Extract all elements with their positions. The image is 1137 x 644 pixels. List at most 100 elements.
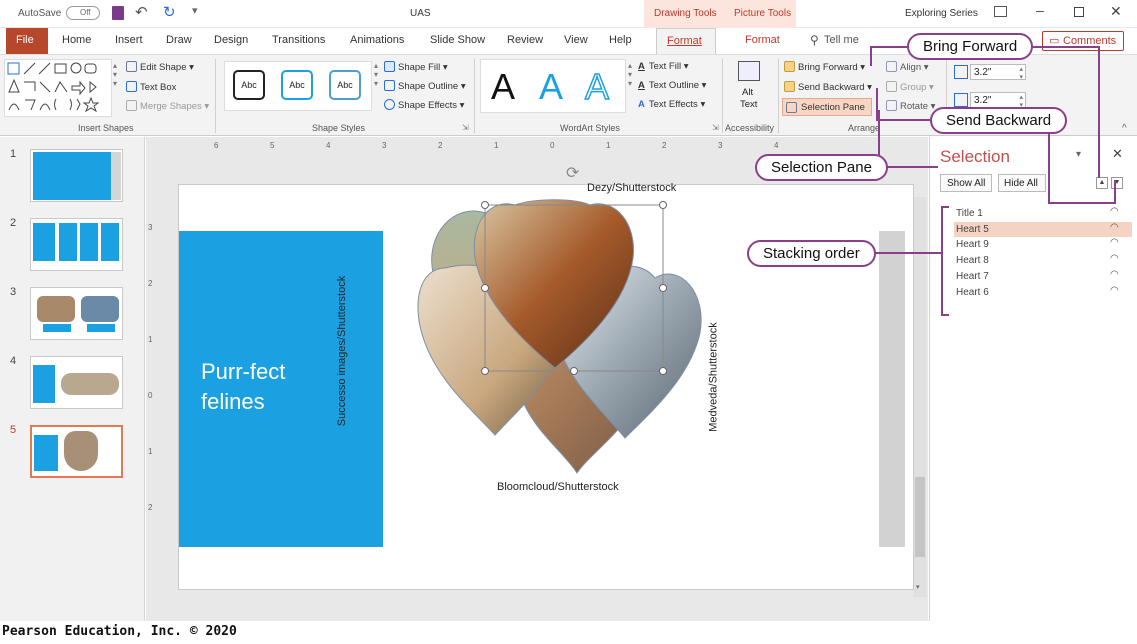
- resize-handle[interactable]: [659, 201, 667, 209]
- vertical-scrollbar[interactable]: ▾: [914, 197, 926, 597]
- resize-handle[interactable]: [481, 201, 489, 209]
- group-button[interactable]: Group ▾: [886, 81, 934, 93]
- shape-style-2[interactable]: Abc: [281, 70, 313, 100]
- shape-width-field[interactable]: 3.2" ▴ ▾: [970, 92, 1026, 109]
- show-all-button[interactable]: Show All: [940, 174, 992, 192]
- slide-number: 2: [10, 217, 17, 229]
- visibility-eye-icon[interactable]: ◠: [1110, 222, 1119, 233]
- shape-effects-button[interactable]: Shape Effects ▾: [384, 99, 464, 111]
- edit-shape-button[interactable]: Edit Shape ▾: [126, 61, 194, 73]
- list-item-heart-7[interactable]: Heart 7 ◠: [954, 269, 1132, 284]
- send-backward-button[interactable]: Send Backward ▾: [784, 81, 872, 93]
- rotate-button[interactable]: Rotate ▾: [886, 100, 935, 112]
- hide-all-button[interactable]: Hide All: [998, 174, 1046, 192]
- list-item-title-1[interactable]: Title 1 ◠: [954, 206, 1132, 221]
- resize-handle[interactable]: [481, 367, 489, 375]
- height-spin-icon[interactable]: ▴ ▾: [1019, 65, 1023, 81]
- slide-thumbnail-4[interactable]: [30, 356, 123, 409]
- merge-shapes-button[interactable]: Merge Shapes ▾: [126, 100, 209, 112]
- shape-styles-launcher-icon[interactable]: ⇲: [462, 123, 469, 132]
- account-name[interactable]: Exploring Series: [905, 8, 978, 19]
- bring-forward-arrow-icon[interactable]: ▲: [1096, 177, 1108, 189]
- pane-options-icon[interactable]: ▾: [1076, 149, 1081, 160]
- wordart-style-3[interactable]: A: [584, 65, 610, 108]
- shapes-scroll-icon[interactable]: ▴ ▾ ▾: [113, 61, 117, 88]
- selection-pane-button[interactable]: Selection Pane: [782, 98, 872, 116]
- callout-send-backward: Send Backward: [930, 107, 1068, 134]
- visibility-eye-icon[interactable]: ◠: [1110, 206, 1119, 217]
- visibility-eye-icon[interactable]: ◠: [1110, 269, 1119, 280]
- heart-collage[interactable]: [415, 193, 735, 493]
- wordart-scroll-icon[interactable]: ▴ ▾ ▾: [628, 61, 632, 88]
- tab-insert[interactable]: Insert: [115, 34, 143, 46]
- text-effects-button[interactable]: A Text Effects ▾: [638, 99, 705, 110]
- list-item-heart-5-selected[interactable]: Heart 5 ◠: [954, 222, 1132, 237]
- text-fill-button[interactable]: A Text Fill ▾: [638, 61, 689, 72]
- visibility-eye-icon[interactable]: ◠: [1110, 237, 1119, 248]
- close-window-icon[interactable]: ✕: [1110, 3, 1122, 20]
- list-item-heart-9[interactable]: Heart 9 ◠: [954, 237, 1132, 252]
- tab-help[interactable]: Help: [609, 34, 632, 46]
- undo-icon[interactable]: ↶: [135, 3, 148, 21]
- slide-thumbnail-1[interactable]: [30, 149, 123, 202]
- ribbon-display-icon[interactable]: [994, 6, 1007, 17]
- slide-thumbnail-3[interactable]: [30, 287, 123, 340]
- slide-thumbnail-2[interactable]: [30, 218, 123, 271]
- scrollbar-thumb[interactable]: [915, 477, 925, 557]
- comments-button[interactable]: ▭ Comments: [1042, 31, 1124, 51]
- text-box-button[interactable]: Text Box: [126, 81, 176, 93]
- visibility-eye-icon[interactable]: ◠: [1110, 253, 1119, 264]
- tell-me-box[interactable]: Tell me: [824, 34, 859, 46]
- wordart-style-2[interactable]: A: [539, 66, 563, 108]
- tab-file[interactable]: File: [6, 28, 48, 54]
- text-outline-button[interactable]: A Text Outline ▾: [638, 80, 706, 91]
- visibility-eye-icon[interactable]: ◠: [1110, 285, 1119, 296]
- minimize-icon[interactable]: –: [1036, 2, 1044, 18]
- wordart-gallery[interactable]: A A A: [480, 59, 626, 113]
- shape-height-field[interactable]: 3.2" ▴ ▾: [970, 64, 1026, 81]
- restore-icon[interactable]: [1074, 7, 1084, 17]
- scroll-down-icon[interactable]: ▾: [916, 583, 920, 591]
- styles-scroll-icon[interactable]: ▴ ▾ ▾: [374, 61, 378, 88]
- thumb-caption: [43, 324, 71, 332]
- tab-format-drawing[interactable]: Format: [656, 28, 716, 54]
- list-item-heart-6[interactable]: Heart 6 ◠: [954, 285, 1132, 300]
- align-button[interactable]: Align ▾: [886, 61, 929, 73]
- title-placeholder[interactable]: Purr-fect felines: [179, 231, 383, 547]
- close-pane-icon[interactable]: ✕: [1112, 146, 1123, 162]
- alt-text-button[interactable]: Alt Text: [730, 61, 770, 117]
- wordart-group-label: WordArt Styles: [560, 123, 620, 133]
- bring-forward-button[interactable]: Bring Forward ▾: [784, 61, 865, 73]
- list-item-heart-8[interactable]: Heart 8 ◠: [954, 253, 1132, 268]
- tab-design[interactable]: Design: [214, 34, 248, 46]
- tab-slide-show[interactable]: Slide Show: [430, 34, 485, 46]
- slide-thumbnail-5-active[interactable]: [30, 425, 123, 478]
- resize-handle[interactable]: [570, 367, 578, 375]
- shape-fill-button[interactable]: Shape Fill ▾: [384, 61, 448, 73]
- shape-styles-gallery[interactable]: Abc Abc Abc: [224, 61, 372, 111]
- shape-style-1[interactable]: Abc: [233, 70, 265, 100]
- resize-handle[interactable]: [659, 284, 667, 292]
- redo-icon[interactable]: ↻: [163, 3, 176, 21]
- shape-outline-button[interactable]: Shape Outline ▾: [384, 80, 466, 92]
- tab-review[interactable]: Review: [507, 34, 543, 46]
- resize-handle[interactable]: [481, 284, 489, 292]
- autosave-toggle[interactable]: Off: [66, 6, 100, 20]
- wordart-launcher-icon[interactable]: ⇲: [712, 123, 719, 132]
- tab-animations[interactable]: Animations: [350, 34, 404, 46]
- tab-view[interactable]: View: [564, 34, 588, 46]
- customize-icon[interactable]: ▾: [192, 4, 198, 17]
- shapes-gallery[interactable]: [4, 59, 112, 117]
- save-icon[interactable]: [112, 6, 124, 20]
- send-backward-arrow-icon[interactable]: ▼: [1111, 177, 1123, 189]
- collapse-ribbon-icon[interactable]: ^: [1122, 123, 1127, 134]
- tab-home[interactable]: Home: [62, 34, 91, 46]
- tab-transitions[interactable]: Transitions: [272, 34, 325, 46]
- tab-draw[interactable]: Draw: [166, 34, 192, 46]
- wordart-style-1[interactable]: A: [491, 66, 515, 108]
- tab-format-picture[interactable]: Format: [745, 34, 780, 46]
- text-box-icon: [126, 81, 137, 92]
- rotate-handle-icon[interactable]: ⟳: [566, 163, 579, 183]
- shape-style-3[interactable]: Abc: [329, 70, 361, 100]
- resize-handle[interactable]: [659, 367, 667, 375]
